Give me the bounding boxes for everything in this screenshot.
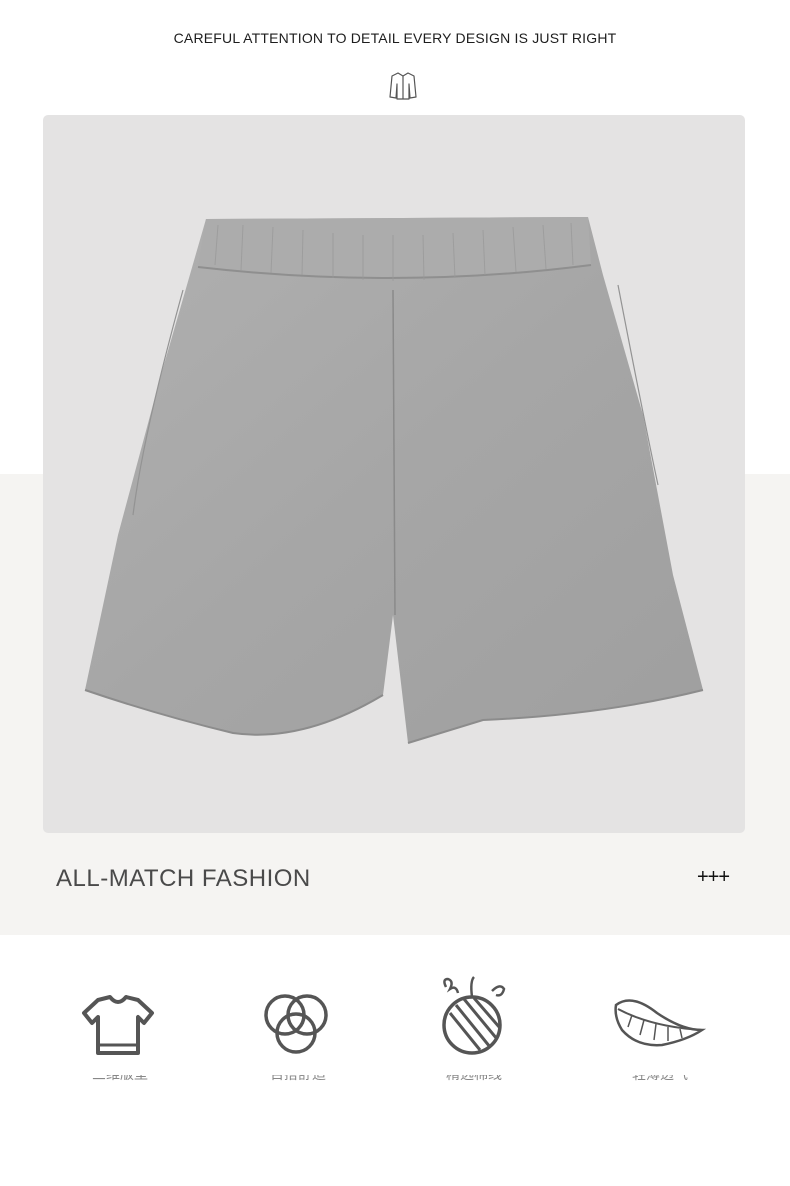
- feature-label: 精选棉线: [446, 1075, 502, 1083]
- yarn-ball-icon: [442, 976, 506, 1055]
- section-title: ALL-MATCH FASHION: [56, 865, 311, 892]
- jacket-icon: [389, 72, 417, 100]
- expand-plus-icon[interactable]: +++: [697, 866, 730, 889]
- product-image-panel: [43, 115, 745, 833]
- tshirt-icon: [82, 995, 154, 1055]
- feature-label: 百搭舒适: [270, 1075, 326, 1083]
- feature-yarn: [434, 975, 554, 1070]
- feature-tshirt: [80, 975, 200, 1070]
- tagline: CAREFUL ATTENTION TO DETAIL EVERY DESIGN…: [173, 30, 617, 46]
- feature-label: 三维版型: [92, 1075, 148, 1083]
- feather-icon: [614, 999, 707, 1047]
- shorts-image: [84, 217, 704, 744]
- rings-icon: [264, 994, 328, 1054]
- feature-rings: [258, 975, 378, 1070]
- feature-label: 轻薄透气: [632, 1075, 688, 1083]
- feature-feather: [612, 975, 732, 1070]
